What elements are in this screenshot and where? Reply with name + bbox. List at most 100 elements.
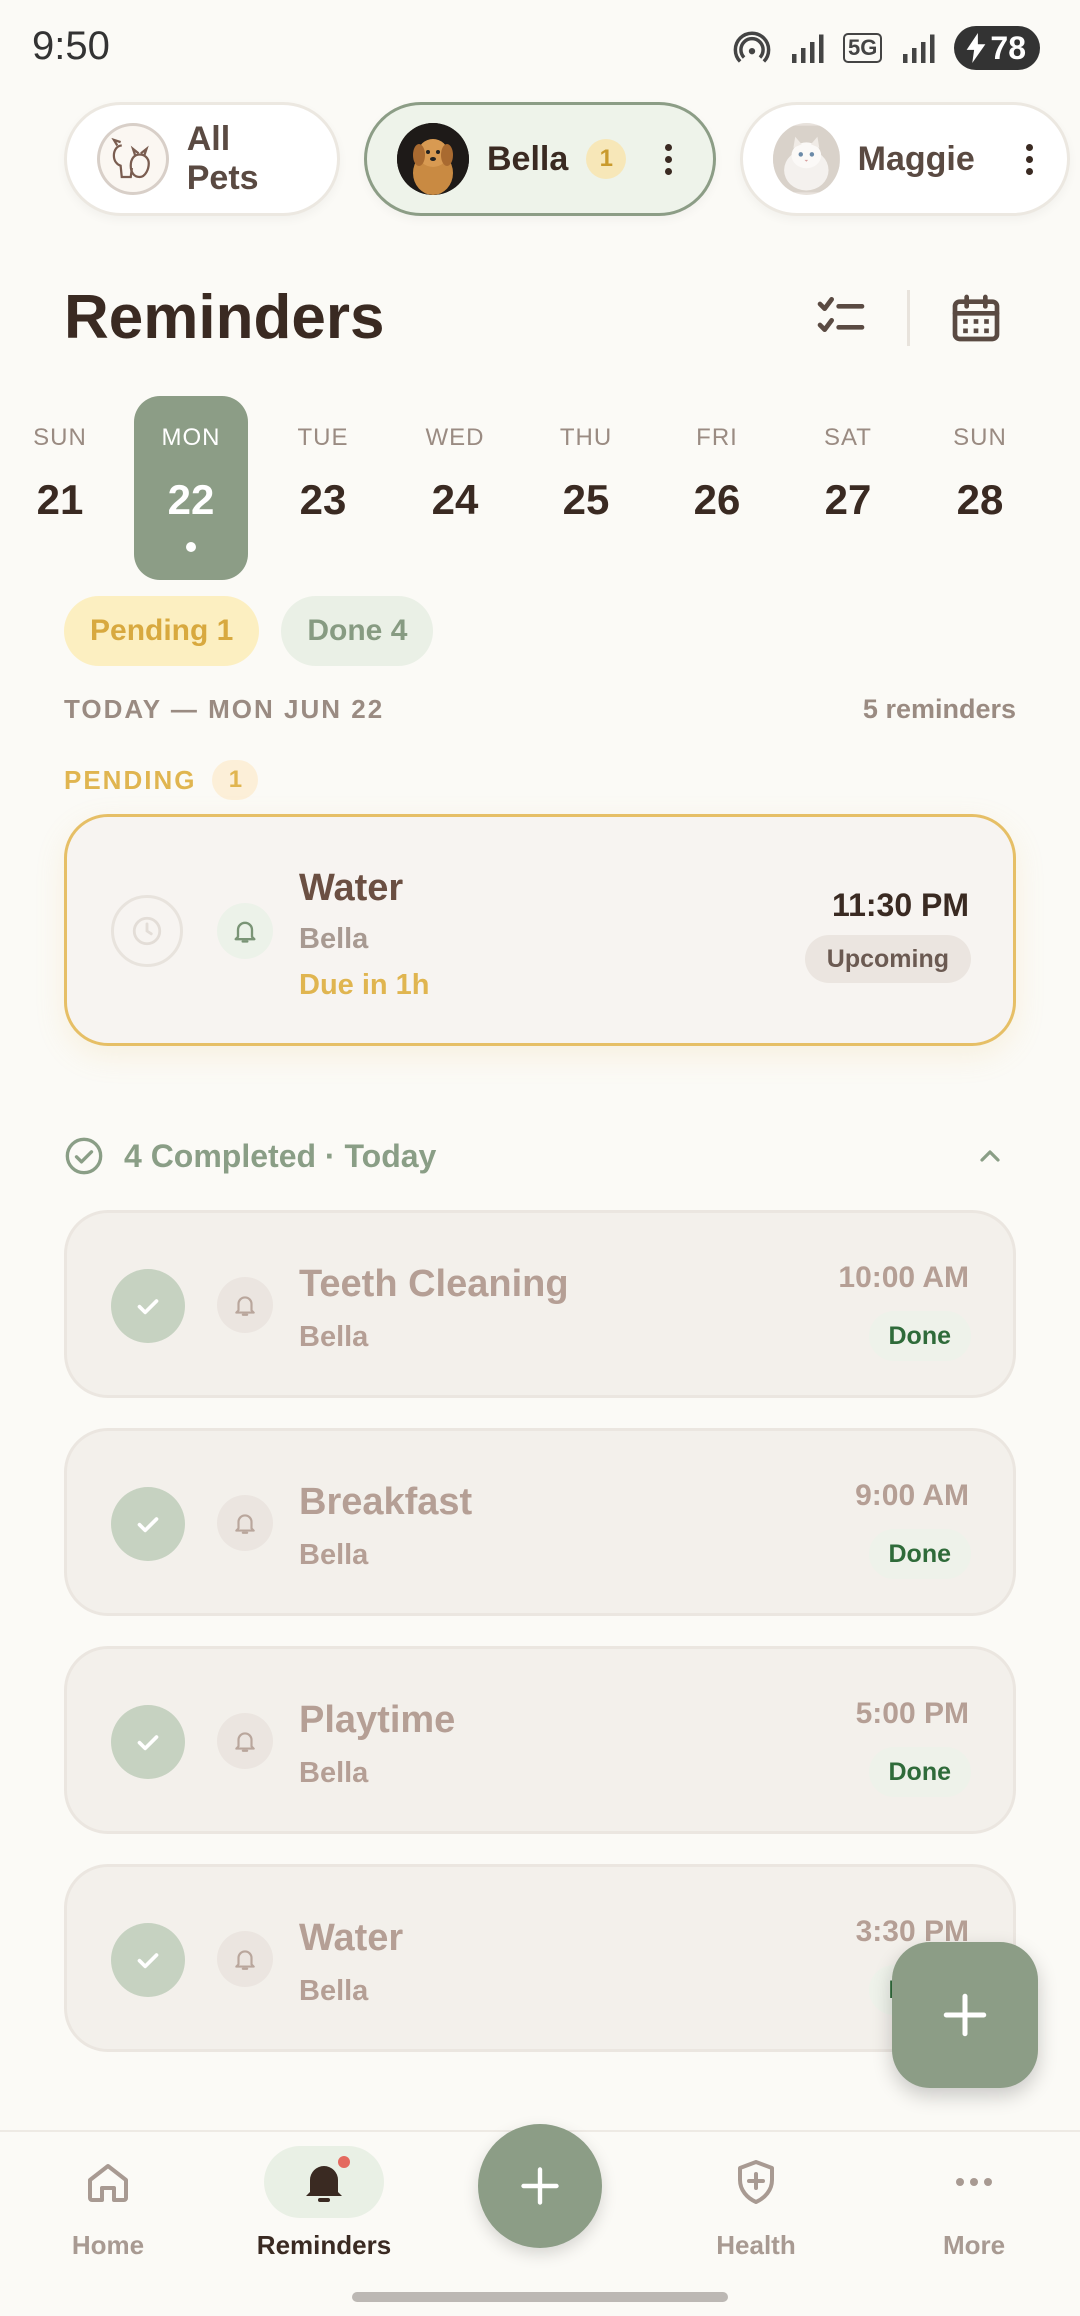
completed-check-icon[interactable] [111,1705,185,1779]
nav-reminders[interactable]: Reminders [244,2146,404,2276]
reminder-count: 5 reminders [862,694,1016,724]
notification-toggle[interactable] [217,903,273,959]
nav-label: Reminders [256,2230,392,2260]
day-of-week: SAT [824,424,872,451]
reminder-time: 10:00 AM [838,1261,969,1294]
bell-icon [234,921,256,943]
plus-icon [521,2167,559,2205]
nav-label: Home [71,2230,145,2260]
calendar-icon[interactable] [948,290,1004,346]
day-of-week: SUN [953,424,1007,451]
reminder-card-pending[interactable]: Water Bella Due in 1h 11:30 PM Upcoming [64,814,1016,1046]
filter-pending[interactable]: Pending 1 [64,596,260,666]
network-type-icon: 5G [843,33,883,63]
nav-home[interactable]: Home [28,2146,188,2276]
completed-section-header[interactable]: 4 Completed · Today [64,1134,1016,1178]
pet-chip-label: All Pets [186,120,259,197]
completed-check-icon[interactable] [111,1269,185,1343]
day-number: 21 [36,476,84,523]
day-of-week: THU [559,424,613,451]
day-tue-23[interactable]: TUE 23 [266,396,380,580]
day-sat-27[interactable]: SAT 27 [791,396,905,580]
all-pets-avatar [97,123,169,195]
signal-icon-2 [903,34,935,63]
more-dots-icon [956,2178,992,2186]
completed-check-icon[interactable] [111,1923,185,1997]
add-reminder-fab[interactable] [892,1942,1038,2088]
filter-chips: Pending 1 Done 4 [64,596,434,666]
completed-check-icon[interactable] [111,1487,185,1561]
reminder-card-done[interactable]: Playtime Bella 5:00 PM Done [64,1646,1016,1834]
status-badge: Upcoming [804,935,971,983]
pending-count-badge: 1 [212,760,259,800]
reminder-card-done[interactable]: Teeth Cleaning Bella 10:00 AM Done [64,1210,1016,1398]
page-title: Reminders [64,283,385,352]
pet-options-icon[interactable] [1019,134,1041,184]
pet-chip-all[interactable]: All Pets [64,102,340,216]
bell-icon[interactable] [217,1931,273,1987]
pet-options-icon[interactable] [656,134,680,184]
home-indicator[interactable] [352,2292,728,2302]
day-of-week: FRI [696,424,738,451]
day-number: 26 [693,476,741,523]
day-number: 23 [299,476,347,523]
status-badge: Done [868,1529,971,1579]
nav-icon-wrap [696,2146,816,2218]
pets-outline-icon [111,137,150,179]
clock-icon [132,916,162,946]
reminder-due: Due in 1h [299,969,430,1001]
pet-chip-maggie[interactable]: Maggie [740,102,1070,216]
day-of-week: MON [161,424,221,451]
pending-section-label: PENDING 1 [64,760,259,800]
day-of-week: SUN [33,424,87,451]
day-fri-26[interactable]: FRI 26 [660,396,774,580]
day-mon-22[interactable]: MON 22 [134,396,248,580]
reminder-title: Breakfast [299,1481,473,1523]
reminder-pet: Bella [299,1321,369,1353]
status-badge: Done [868,1311,971,1361]
shield-plus-icon [738,2160,774,2204]
nav-icon-wrap [264,2146,384,2218]
day-sun-21[interactable]: SUN 21 [3,396,117,580]
day-wed-24[interactable]: WED 24 [398,396,512,580]
pet-selector: All Pets Bella 1 Maggie [64,102,1070,216]
nav-health[interactable]: Health [676,2146,836,2276]
status-badge: Done [868,1747,971,1797]
filter-done[interactable]: Done 4 [281,596,434,666]
pending-count-badge: 1 [586,139,627,179]
bell-icon[interactable] [217,1277,273,1333]
nav-icon-wrap [914,2146,1034,2218]
pet-chip-bella[interactable]: Bella 1 [364,102,716,216]
reminder-pet: Bella [299,1757,369,1789]
nav-icon-wrap [48,2146,168,2218]
checklist-icon[interactable] [813,290,869,346]
pet-chip-label: Maggie [857,139,975,178]
cat-photo-icon [773,125,840,193]
header-actions [813,290,1004,346]
reminder-pet: Bella [299,923,369,955]
status-bar: 9:50 5G 78 [0,0,1080,92]
center-add-button[interactable] [478,2124,602,2248]
nav-more[interactable]: More [894,2146,1054,2276]
reminder-pet: Bella [299,1975,369,2007]
section-date: TODAY — MON JUN 22 [64,694,385,724]
chevron-up-icon[interactable] [974,1140,1006,1172]
battery-indicator: 78 [954,26,1040,70]
day-number: 24 [431,476,479,523]
reminder-card-done[interactable]: Water Bella 3:30 PM Done [64,1864,1016,2052]
mark-complete-toggle[interactable] [111,895,183,967]
bell-icon[interactable] [217,1713,273,1769]
status-icons: 5G 78 [733,26,1040,70]
bell-icon[interactable] [217,1495,273,1551]
day-number: 28 [956,476,1004,523]
dog-photo-icon [397,123,469,195]
day-thu-25[interactable]: THU 25 [529,396,643,580]
has-reminders-dot [186,542,196,552]
bella-avatar [397,123,469,195]
notification-dot [338,2156,350,2168]
reminder-card-done[interactable]: Breakfast Bella 9:00 AM Done [64,1428,1016,1616]
signal-icon [792,34,824,63]
home-icon [88,2164,128,2202]
reminder-title: Water [299,867,404,909]
day-sun-28[interactable]: SUN 28 [923,396,1037,580]
